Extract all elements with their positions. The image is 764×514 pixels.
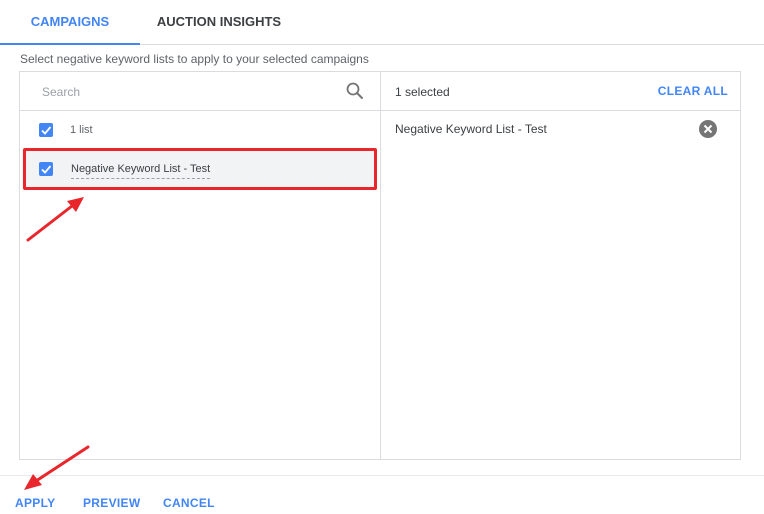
selected-count: 1 selected xyxy=(395,85,450,99)
select-all-row[interactable]: 1 list xyxy=(20,111,380,149)
preview-button[interactable]: PREVIEW xyxy=(83,496,140,510)
select-all-checkbox[interactable] xyxy=(39,123,53,137)
search-icon[interactable] xyxy=(345,81,365,101)
search-row xyxy=(20,72,380,111)
tab-auction-insights[interactable]: AUCTION INSIGHTS xyxy=(148,0,290,44)
cancel-button[interactable]: CANCEL xyxy=(163,496,215,510)
instruction-text: Select negative keyword lists to apply t… xyxy=(20,52,369,66)
list-count-label: 1 list xyxy=(70,124,93,136)
tab-bar: CAMPAIGNS AUCTION INSIGHTS xyxy=(0,0,764,45)
tab-campaigns[interactable]: CAMPAIGNS xyxy=(0,0,140,45)
tab-auction-insights-label: AUCTION INSIGHTS xyxy=(156,14,282,29)
active-tab-indicator xyxy=(0,43,140,45)
apply-button[interactable]: APPLY xyxy=(15,496,55,510)
annotation-highlight-box xyxy=(23,148,377,190)
remove-icon[interactable] xyxy=(698,119,718,139)
selected-header: 1 selected CLEAR ALL xyxy=(381,72,740,111)
clear-all-button[interactable]: CLEAR ALL xyxy=(658,84,728,98)
search-input[interactable] xyxy=(40,81,334,103)
selected-item-label: Negative Keyword List - Test xyxy=(395,122,547,136)
check-icon xyxy=(41,126,52,135)
footer-divider xyxy=(0,475,764,476)
tab-campaigns-label: CAMPAIGNS xyxy=(30,14,110,29)
keyword-list-picker: 1 list Negative Keyword List - Test 1 se… xyxy=(19,71,741,460)
selected-list-item: Negative Keyword List - Test xyxy=(381,111,740,147)
